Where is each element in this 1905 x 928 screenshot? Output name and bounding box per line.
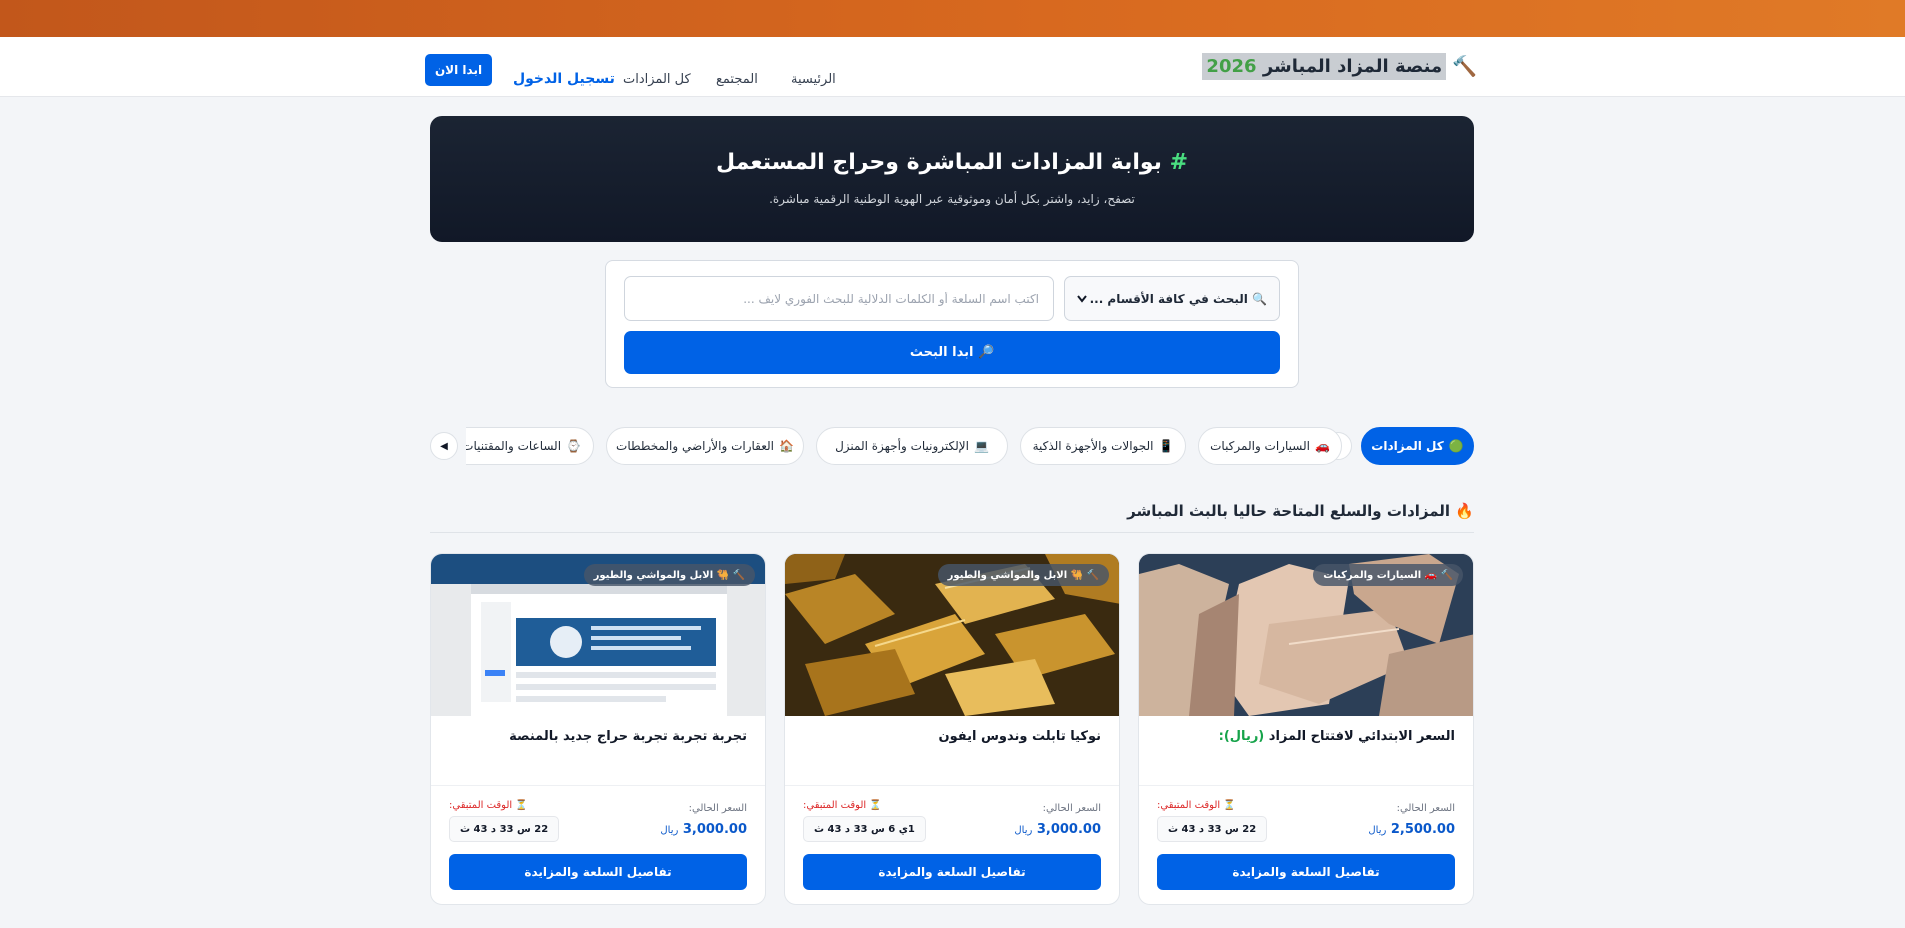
brand-name: منصة المزاد المباشر 2026 bbox=[1202, 52, 1447, 80]
time-left-label: ⏳ الوقت المتبقي: bbox=[1157, 800, 1236, 811]
nav-all-auctions[interactable]: كل المزادات bbox=[623, 72, 691, 87]
scroll-left-button[interactable]: ◀ bbox=[430, 432, 458, 460]
chip-cars[interactable]: 🚗 السيارات والمركبات bbox=[1198, 427, 1342, 465]
chip-watches[interactable]: ⌚ الساعات والمقتنيات bbox=[466, 427, 594, 465]
time-left-label: ⏳ الوقت المتبقي: bbox=[803, 800, 882, 811]
price-currency: ريال bbox=[1368, 825, 1387, 836]
brand-year: 2026 bbox=[1206, 55, 1257, 77]
laptop-icon: 💻 bbox=[973, 439, 989, 453]
chip-label: الجوالات والأجهزة الذكية bbox=[1032, 439, 1154, 453]
section-divider bbox=[430, 532, 1474, 533]
phone-icon: 📱 bbox=[1158, 439, 1174, 453]
countdown-timer: 22 س 33 د 43 ث bbox=[449, 816, 560, 842]
watch-icon: ⌚ bbox=[566, 439, 581, 453]
price-value: 3,000.00 ريال bbox=[1014, 822, 1101, 837]
price-label: السعر الحالي: bbox=[688, 803, 747, 814]
price-label: السعر الحالي: bbox=[1042, 803, 1101, 814]
hero-banner: # بوابة المزادات المباشرة وحراج المستعمل… bbox=[430, 116, 1474, 242]
price-value: 3,000.00 ريال bbox=[660, 822, 747, 837]
house-icon: 🏠 bbox=[779, 439, 794, 453]
top-color-strip bbox=[0, 0, 1905, 37]
hero-title-text: بوابة المزادات المباشرة وحراج المستعمل bbox=[715, 150, 1162, 175]
start-now-button[interactable]: ابدا الان bbox=[425, 54, 492, 86]
item-title[interactable]: نوكيا تابلت وندوس ايفون bbox=[803, 729, 1102, 744]
card-divider bbox=[431, 785, 765, 786]
section-heading: 🔥 المزادات والسلع المتاحة حاليا بالبث ال… bbox=[1127, 502, 1474, 520]
category-badge: 🔨 🐫 الابل والمواشي والطيور bbox=[937, 564, 1109, 586]
price-label: السعر الحالي: bbox=[1396, 803, 1455, 814]
search-button[interactable]: 🔎 ابدا البحث bbox=[624, 331, 1280, 374]
brand[interactable]: 🔨 منصة المزاد المباشر 2026 bbox=[1202, 51, 1477, 81]
chip-electronics[interactable]: 💻 الإلكترونيات وأجهزة المنزل bbox=[816, 427, 1008, 465]
item-image[interactable]: 🔨 🐫 الابل والمواشي والطيور bbox=[785, 554, 1119, 716]
hero-title: # بوابة المزادات المباشرة وحراج المستعمل bbox=[430, 150, 1474, 175]
nav-home[interactable]: الرئيسية bbox=[791, 72, 836, 87]
item-title[interactable]: تجربة تجربة تجربة حراج جديد بالمنصة bbox=[449, 729, 747, 744]
time-left-label: ⏳ الوقت المتبقي: bbox=[449, 800, 528, 811]
chip-real-estate[interactable]: 🏠 العقارات والأراضي والمخططات bbox=[606, 427, 804, 465]
chip-label: كل المزادات bbox=[1371, 439, 1444, 453]
chip-label: العقارات والأراضي والمخططات bbox=[616, 439, 775, 453]
chip-label: السيارات والمركبات bbox=[1210, 439, 1310, 453]
card-divider bbox=[1139, 785, 1473, 786]
countdown-timer: 1ي 6 س 33 د 43 ث bbox=[803, 816, 926, 842]
hero-subtitle: تصفح، زايد، واشتر بكل أمان وموثوقية عبر … bbox=[769, 192, 1135, 206]
details-button[interactable]: تفاصيل السلعة والمزايدة bbox=[1157, 854, 1455, 890]
fire-icon: 🔥 bbox=[1455, 502, 1474, 520]
chips-scroll-area: 🚗 السيارات والمركبات 📱 الجوالات والأجهزة… bbox=[466, 427, 1342, 465]
price-value: 2,500.00 ريال bbox=[1368, 822, 1455, 837]
auction-card: 🔨 🚗 السيارات والمركبات السعر الابتدائي ل… bbox=[1138, 553, 1474, 905]
item-title-text: السعر الابتدائي لافتتاح المزاد bbox=[1268, 729, 1455, 744]
gavel-icon: 🔨 bbox=[1452, 54, 1477, 78]
item-title-suffix: (ريال): bbox=[1218, 729, 1265, 744]
chip-mobiles[interactable]: 📱 الجوالات والأجهزة الذكية bbox=[1020, 427, 1186, 465]
price-amount: 3,000.00 bbox=[682, 822, 747, 837]
green-circle-icon: 🟢 bbox=[1448, 439, 1464, 453]
chip-all-auctions[interactable]: 🟢 كل المزادات bbox=[1361, 427, 1474, 465]
category-badge: 🔨 🚗 السيارات والمركبات bbox=[1313, 564, 1463, 586]
chip-label: الساعات والمقتنيات bbox=[466, 439, 562, 453]
search-panel: 🔍 البحث في كافة الأقسام ... 🔎 ابدا البحث bbox=[605, 260, 1299, 388]
countdown-timer: 22 س 33 د 43 ث bbox=[1157, 816, 1268, 842]
brand-name-text: منصة المزاد المباشر bbox=[1262, 55, 1443, 77]
auction-card: 🔨 🐫 الابل والمواشي والطيور نوكيا تابلت و… bbox=[784, 553, 1120, 905]
car-icon: 🚗 bbox=[1314, 439, 1330, 453]
item-title[interactable]: السعر الابتدائي لافتتاح المزاد (ريال): bbox=[1157, 729, 1455, 744]
section-heading-text: المزادات والسلع المتاحة حاليا بالبث المب… bbox=[1127, 502, 1451, 520]
price-amount: 2,500.00 bbox=[1390, 822, 1455, 837]
price-amount: 3,000.00 bbox=[1036, 822, 1101, 837]
chip-label: الإلكترونيات وأجهزة المنزل bbox=[835, 439, 969, 453]
card-divider bbox=[785, 785, 1119, 786]
category-select-label: 🔍 البحث في كافة الأقسام ... bbox=[1089, 291, 1267, 306]
details-button[interactable]: تفاصيل السلعة والمزايدة bbox=[449, 854, 747, 890]
item-image[interactable]: 🔨 🐫 الابل والمواشي والطيور bbox=[431, 554, 765, 716]
category-badge: 🔨 🐫 الابل والمواشي والطيور bbox=[583, 564, 755, 586]
category-select[interactable]: 🔍 البحث في كافة الأقسام ... bbox=[1064, 276, 1280, 321]
price-currency: ريال bbox=[1014, 825, 1033, 836]
chevron-down-icon bbox=[1077, 292, 1087, 306]
details-button[interactable]: تفاصيل السلعة والمزايدة bbox=[803, 854, 1101, 890]
item-image[interactable]: 🔨 🚗 السيارات والمركبات bbox=[1139, 554, 1473, 716]
category-chips: 🟢 كل المزادات ▶ 🚗 السيارات والمركبات 📱 ا… bbox=[430, 427, 1474, 465]
nav-community[interactable]: المجتمع bbox=[716, 72, 758, 87]
hash-icon: # bbox=[1169, 150, 1189, 175]
nav-login[interactable]: تسجيل الدخول bbox=[513, 71, 615, 87]
price-currency: ريال bbox=[660, 825, 679, 836]
search-input[interactable] bbox=[624, 276, 1054, 321]
auction-card: 🔨 🐫 الابل والمواشي والطيور تجربة تجربة ت… bbox=[430, 553, 766, 905]
play-left-icon: ◀ bbox=[440, 440, 448, 452]
navbar: 🔨 منصة المزاد المباشر 2026 الرئيسية المج… bbox=[0, 37, 1905, 97]
